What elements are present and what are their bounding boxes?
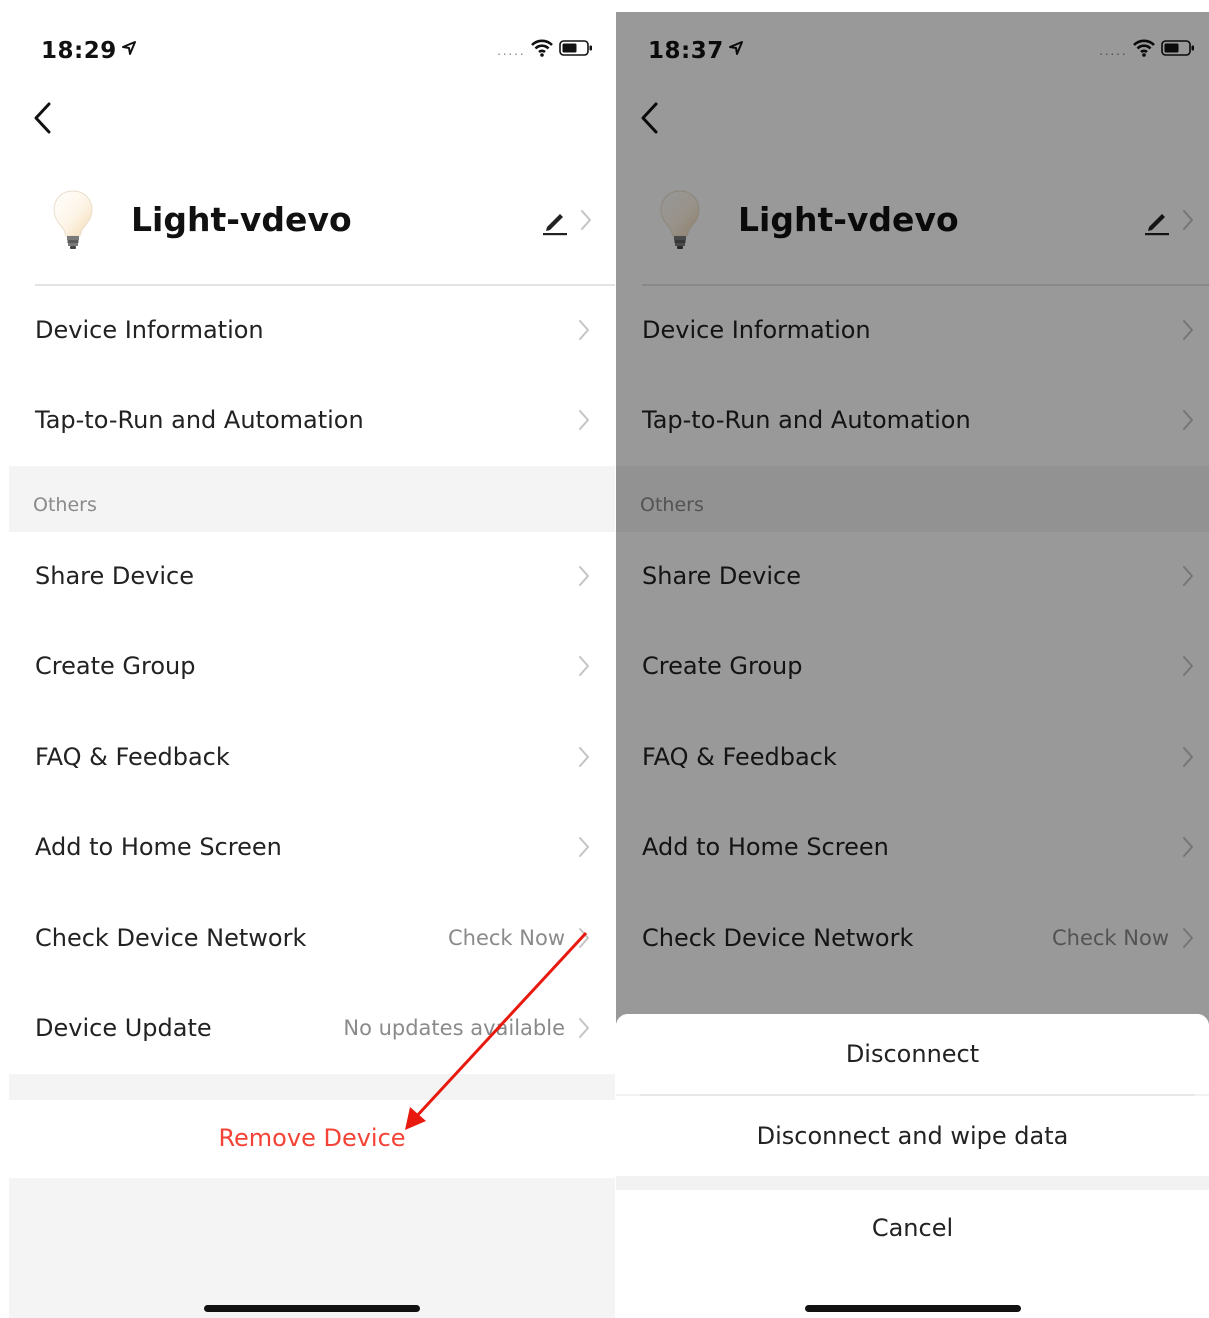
remove-device-button[interactable]: Remove Device bbox=[9, 1100, 615, 1178]
cancel-label: Cancel bbox=[871, 1214, 954, 1242]
chevron-right-icon bbox=[577, 1016, 591, 1045]
row-faq-feedback[interactable]: FAQ & Feedback bbox=[9, 713, 615, 803]
device-settings-screen: 18:29 ····· Light-vdevo Device Informati… bbox=[9, 12, 615, 1318]
row-label: Add to Home Screen bbox=[35, 833, 282, 861]
row-tap-to-run[interactable]: Tap-to-Run and Automation bbox=[9, 376, 615, 466]
row-label: Share Device bbox=[35, 562, 194, 590]
status-time: 18:29 bbox=[41, 38, 117, 64]
device-name: Light-vdevo bbox=[131, 200, 352, 239]
light-bulb-icon bbox=[51, 188, 95, 252]
row-device-update[interactable]: Device Update No updates available bbox=[9, 984, 615, 1074]
signal-dots-icon: ····· bbox=[496, 45, 525, 61]
remove-device-label: Remove Device bbox=[218, 1124, 406, 1152]
chevron-right-icon bbox=[577, 564, 591, 593]
row-label: Check Device Network bbox=[35, 924, 307, 952]
page-bottom bbox=[9, 1178, 615, 1318]
back-button[interactable] bbox=[31, 100, 61, 140]
option-label: Disconnect bbox=[845, 1040, 980, 1068]
option-label: Disconnect and wipe data bbox=[756, 1122, 1069, 1150]
section-gap bbox=[9, 1074, 615, 1100]
row-label: Device Information bbox=[35, 316, 264, 344]
chevron-right-icon bbox=[579, 208, 593, 237]
chevron-right-icon bbox=[577, 318, 591, 347]
section-title: Others bbox=[33, 494, 97, 516]
row-value: Check Now bbox=[447, 926, 565, 950]
battery-icon bbox=[559, 39, 593, 62]
row-share-device[interactable]: Share Device bbox=[9, 532, 615, 622]
row-label: Device Update bbox=[35, 1014, 212, 1042]
action-sheet: Disconnect Disconnect and wipe data Canc… bbox=[616, 1014, 1209, 1318]
section-header-others: Others bbox=[9, 466, 615, 532]
row-label: FAQ & Feedback bbox=[35, 743, 230, 771]
device-settings-screen-with-action-sheet: 18:37 ····· Light-vdevo Device Informati… bbox=[616, 12, 1209, 1318]
location-arrow-icon bbox=[121, 36, 137, 62]
edit-pencil-icon[interactable] bbox=[541, 206, 571, 236]
disconnect-option[interactable]: Disconnect bbox=[616, 1014, 1209, 1094]
row-value: No updates available bbox=[343, 1016, 565, 1040]
cancel-option[interactable]: Cancel bbox=[616, 1190, 1209, 1318]
status-bar: 18:29 ····· bbox=[9, 12, 615, 88]
chevron-right-icon bbox=[577, 408, 591, 437]
chevron-right-icon bbox=[577, 926, 591, 955]
disconnect-wipe-option[interactable]: Disconnect and wipe data bbox=[616, 1096, 1209, 1176]
row-label: Tap-to-Run and Automation bbox=[35, 406, 364, 434]
row-check-device-network[interactable]: Check Device Network Check Now bbox=[9, 894, 615, 984]
home-indicator[interactable] bbox=[204, 1305, 420, 1312]
back-chevron-icon bbox=[31, 102, 53, 140]
home-indicator[interactable] bbox=[804, 1305, 1021, 1312]
chevron-right-icon bbox=[577, 745, 591, 774]
row-device-information[interactable]: Device Information bbox=[9, 286, 615, 376]
device-header[interactable]: Light-vdevo bbox=[9, 180, 615, 286]
chevron-right-icon bbox=[577, 654, 591, 683]
row-create-group[interactable]: Create Group bbox=[9, 622, 615, 712]
row-add-to-home-screen[interactable]: Add to Home Screen bbox=[9, 803, 615, 893]
chevron-right-icon bbox=[577, 835, 591, 864]
wifi-icon bbox=[531, 39, 553, 62]
row-label: Create Group bbox=[35, 652, 196, 680]
